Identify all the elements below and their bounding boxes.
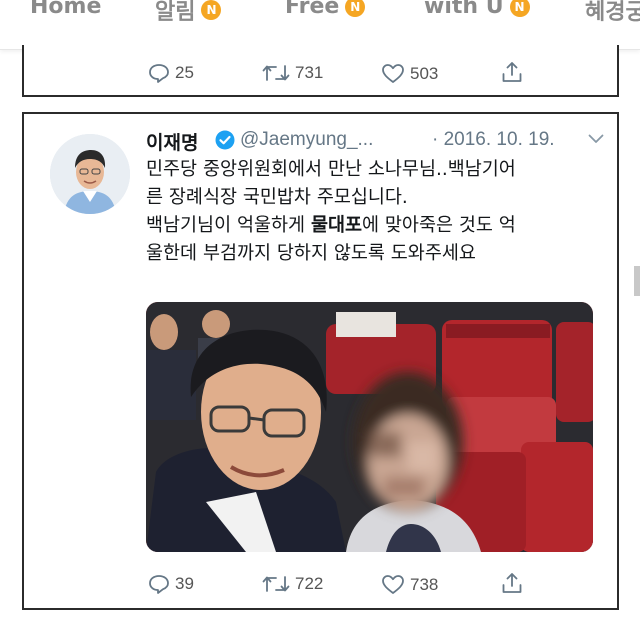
tweet-date[interactable]: · 2016. 10. 19. <box>432 129 555 151</box>
tweet-text: 민주당 중앙위원회에서 만난 소나무님..백남기어 른 장례식장 국민밥차 주모… <box>146 156 606 268</box>
chevron-down-icon[interactable] <box>588 134 604 144</box>
heart-icon <box>382 64 404 83</box>
tweet-line: 른 장례식장 국민밥차 주모십니다. <box>146 187 408 208</box>
nav-hyegyeonggung-label: 혜경궁 <box>585 0 640 25</box>
retweet-count: 731 <box>295 63 324 82</box>
retweet-icon <box>262 65 290 81</box>
tweet-header: 이재명 @Jaemyung_... · 2016. 10. 19. <box>146 126 616 156</box>
like-action[interactable]: 503 <box>381 63 438 84</box>
selfie-photo-image <box>146 302 593 552</box>
tweet-photo[interactable] <box>146 302 593 552</box>
previous-tweet-card: 25 731 503 <box>22 45 619 97</box>
scrollbar-thumb[interactable] <box>634 266 640 296</box>
tweet-line-with-bold: 백남기님이 억울하게 물대포에 맞아죽은 것도 억 <box>146 215 516 236</box>
retweet-action[interactable]: 722 <box>262 574 323 594</box>
nav-notifications-label: 알림 <box>155 0 196 25</box>
tweet-line: 민주당 중앙위원회에서 만난 소나무님..백남기어 <box>146 159 516 180</box>
nav-free[interactable]: Free N <box>285 0 366 19</box>
retweet-count: 722 <box>295 574 324 593</box>
like-action[interactable]: 738 <box>381 574 438 595</box>
retweet-action[interactable]: 731 <box>262 63 323 83</box>
nav-with-u[interactable]: with U N <box>424 0 530 19</box>
verified-badge-icon <box>215 130 235 150</box>
nav-home-label: Home <box>30 0 102 19</box>
like-count: 503 <box>410 63 439 83</box>
share-icon <box>502 62 522 82</box>
reply-action[interactable]: 25 <box>148 63 194 83</box>
new-badge: N <box>509 0 530 17</box>
reply-icon <box>149 575 169 594</box>
avatar-portrait-icon <box>50 134 130 214</box>
avatar[interactable] <box>50 134 130 214</box>
top-nav: Home 알림 N Free N with U N 혜경궁 <box>0 0 640 50</box>
nav-notifications[interactable]: 알림 N <box>155 0 222 26</box>
share-action[interactable] <box>501 572 523 594</box>
tweet-line: 울한데 부검까지 당하지 않도록 도와주세요 <box>146 243 476 264</box>
new-badge: N <box>201 0 222 20</box>
new-badge: N <box>345 0 366 17</box>
nav-with-u-label: with U <box>424 0 504 19</box>
share-icon <box>502 573 522 593</box>
reply-count: 39 <box>175 574 194 593</box>
nav-hyegyeonggung[interactable]: 혜경궁 <box>585 0 640 26</box>
like-count: 738 <box>410 574 439 594</box>
tweet-card: 이재명 @Jaemyung_... · 2016. 10. 19. 민주당 중앙… <box>22 112 619 610</box>
heart-icon <box>382 575 404 594</box>
author-name[interactable]: 이재명 <box>146 128 198 155</box>
retweet-icon <box>262 576 290 592</box>
nav-home[interactable]: Home <box>30 0 101 19</box>
author-handle[interactable]: @Jaemyung_... <box>240 129 373 151</box>
share-action[interactable] <box>501 61 523 83</box>
nav-free-label: Free <box>285 0 340 19</box>
reply-count: 25 <box>175 63 194 82</box>
reply-action[interactable]: 39 <box>148 574 194 594</box>
bold-word: 물대포 <box>310 215 363 236</box>
reply-icon <box>149 64 169 83</box>
